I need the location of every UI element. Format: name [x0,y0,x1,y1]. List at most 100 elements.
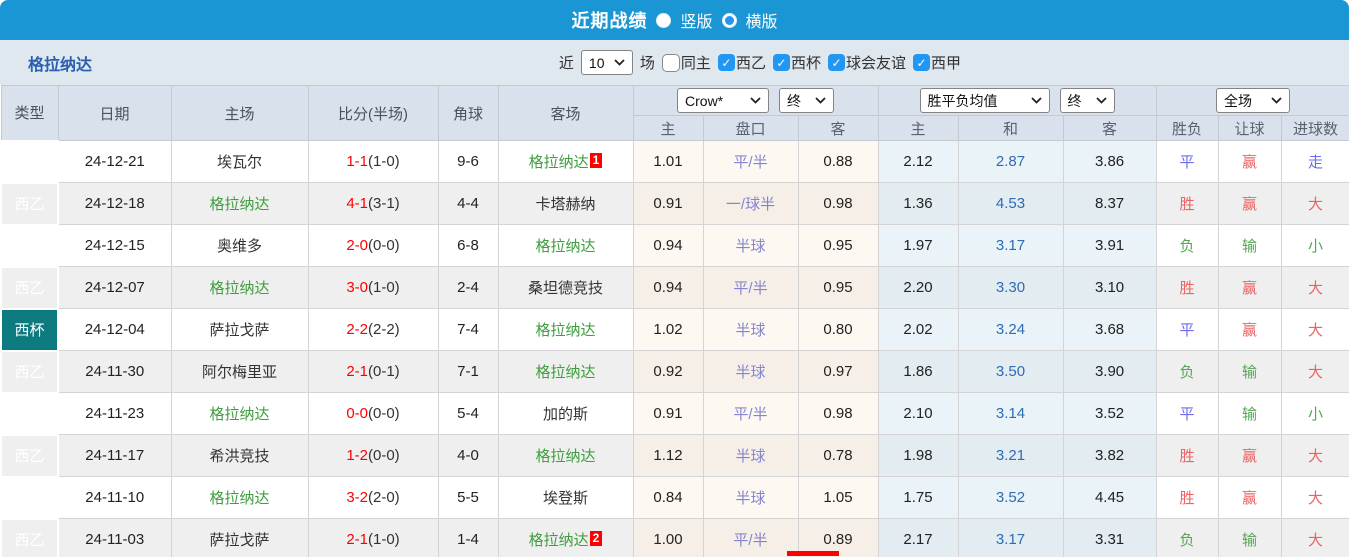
title-bar: 近期战绩 竖版 横版 [0,0,1349,40]
league-laliga-label[interactable]: 西甲 [931,52,961,73]
result-outcome: 胜 [1155,476,1219,519]
half-time-score: (0-0) [368,447,400,464]
avg-odds-select[interactable]: 胜平负均值 [919,88,1050,113]
table-row: 西乙 24-11-30 阿尔梅里亚 2-1(0-1) 7-1 格拉纳达 0.92 半球 0.97… [0,349,1349,394]
odds-time-select[interactable]: 终 [779,88,835,113]
full-time-score: 3-0 [346,279,368,296]
match-count-select[interactable]: 10 [580,50,633,75]
away-team-name: 卡塔赫纳 [535,196,596,213]
table-row: 西乙 24-12-18 格拉纳达 4-1(3-1) 4-4 卡塔赫纳 0.91 一/球半 0.9… [0,181,1349,226]
match-type-badge: 西乙 [0,265,59,310]
avg-home-odds: 2.10 [877,392,959,435]
results-body: 西乙 24-12-21 埃瓦尔 1-1(1-0) 9-6 格拉纳达 1 1.01 平/半 0.88… [0,139,1349,557]
vertical-layout-label[interactable]: 竖版 [680,8,712,32]
asian-away-odds: 0.95 [797,224,879,267]
match-date: 24-11-30 [57,350,172,393]
horizontal-layout-label[interactable]: 横版 [746,8,778,32]
score-cell: 0-0(0-0) [307,392,439,435]
avg-time-select[interactable]: 终 [1059,88,1115,113]
chevron-down-icon [1095,97,1107,104]
odds-company-select[interactable]: Crow* [677,88,770,113]
sub-header-asian-away: 客 [797,115,879,141]
avg-home-odds: 1.98 [877,434,959,477]
avg-away-odds: 3.91 [1062,224,1157,267]
home-team[interactable]: 希洪竞技 [170,434,309,477]
goals-outcome: 大 [1280,182,1349,225]
half-time-score: (2-0) [368,489,400,506]
scope-select[interactable]: 全场 [1216,88,1291,113]
home-team[interactable]: 萨拉戈萨 [170,518,309,557]
home-team[interactable]: 格拉纳达 [170,182,309,225]
away-team[interactable]: 加的斯 [497,392,634,435]
asian-home-odds: 0.94 [632,224,704,267]
home-team[interactable]: 萨拉戈萨 [170,308,309,351]
avg-away-odds: 4.45 [1062,476,1157,519]
friendly-label[interactable]: 球会友谊 [846,52,906,73]
score-cell: 1-2(0-0) [307,434,439,477]
league-laliga-checkbox[interactable]: ✓ [912,54,930,71]
score-cell: 2-2(2-2) [307,308,439,351]
same-home-checkbox[interactable] [661,53,680,72]
avg-home-odds: 2.12 [877,140,959,183]
home-team[interactable]: 阿尔梅里亚 [170,350,309,393]
asian-home-odds: 0.91 [632,182,704,225]
handicap-outcome: 赢 [1217,182,1282,225]
asian-handicap: 平/半 [702,266,799,309]
asian-handicap: 平/半 [702,392,799,435]
away-team-name: 桑坦德竞技 [527,280,603,297]
corner-count: 4-0 [437,434,499,477]
away-team[interactable]: 桑坦德竞技 [497,266,634,309]
sub-header-avg-draw: 和 [957,115,1064,141]
away-team[interactable]: 格拉纳达 [497,434,634,477]
team-name[interactable]: 格拉纳达 [28,51,92,75]
result-outcome: 负 [1155,224,1219,267]
home-team[interactable]: 格拉纳达 [170,476,309,519]
sub-header-goals: 进球数 [1280,115,1349,141]
handicap-outcome: 赢 [1217,266,1282,309]
half-time-score: (0-0) [368,237,400,254]
horizontal-layout-radio[interactable] [721,12,737,28]
home-team[interactable]: 格拉纳达 [170,266,309,309]
away-team[interactable]: 埃登斯 [497,476,634,519]
avg-draw-odds: 3.14 [957,392,1064,435]
home-team[interactable]: 奥维多 [170,224,309,267]
away-team[interactable]: 格拉纳达 1 [497,140,634,183]
home-team[interactable]: 格拉纳达 [170,392,309,435]
avg-home-odds: 1.86 [877,350,959,393]
asian-away-odds: 0.98 [797,392,879,435]
asian-handicap: 半球 [702,308,799,351]
same-home-label[interactable]: 同主 [681,52,711,73]
score-cell: 3-2(2-0) [307,476,439,519]
avg-away-odds: 3.82 [1062,434,1157,477]
full-time-score: 2-0 [346,237,368,254]
away-team[interactable]: 格拉纳达 [497,350,634,393]
handicap-outcome: 输 [1217,518,1282,557]
league-segunda-label[interactable]: 西乙 [736,52,766,73]
goals-outcome: 走 [1280,140,1349,183]
results-table: 类型 日期 主场 比分(半场) 角球 客场 Crow* 终 胜平负均值 终 全场… [0,85,1349,557]
asian-away-odds: 0.80 [797,308,879,351]
home-team[interactable]: 埃瓦尔 [170,140,309,183]
away-team[interactable]: 格拉纳达 [497,224,634,267]
table-row: 西乙 24-11-10 格拉纳达 3-2(2-0) 5-5 埃登斯 0.84 半球 1.05 1.… [0,475,1349,520]
result-outcome: 胜 [1155,266,1219,309]
vertical-layout-radio[interactable] [656,12,672,28]
cup-label[interactable]: 西杯 [791,52,821,73]
avg-draw-odds: 3.21 [957,434,1064,477]
corner-count: 5-4 [437,392,499,435]
cup-checkbox[interactable]: ✓ [772,54,790,71]
goals-outcome: 小 [1280,224,1349,267]
friendly-checkbox[interactable]: ✓ [827,54,845,71]
away-team[interactable]: 卡塔赫纳 [497,182,634,225]
away-team[interactable]: 格拉纳达 [497,308,634,351]
match-type-badge: 西乙 [0,223,59,268]
goals-outcome: 大 [1280,518,1349,557]
odds-company-value: Crow* [685,92,724,109]
asian-handicap: 半球 [702,434,799,477]
goals-outcome: 大 [1280,350,1349,393]
league-segunda-checkbox[interactable]: ✓ [717,54,735,71]
half-time-score: (1-0) [368,531,400,548]
away-team[interactable]: 格拉纳达 2 [497,518,634,557]
score-cell: 2-1(1-0) [307,518,439,557]
recent-results-panel: 近期战绩 竖版 横版 格拉纳达 近 10 场 同主 ✓ 西乙 ✓ 西杯 ✓ 球会… [0,0,1349,557]
